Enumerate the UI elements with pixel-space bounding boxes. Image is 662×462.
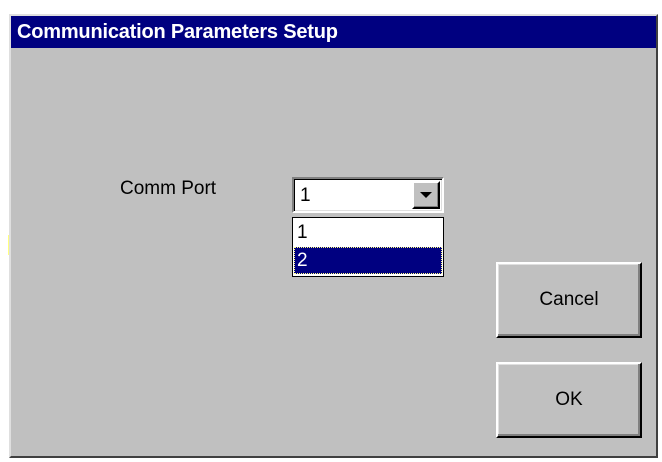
dropdown-option-1[interactable]: 1 [294,219,442,246]
comm-port-dropdown-list: 1 2 [292,217,444,277]
comm-port-selected-value: 1 [300,185,311,206]
ok-button[interactable]: OK [496,362,642,438]
comm-port-label: Comm Port [120,178,217,199]
comm-port-dropdown-button[interactable] [412,181,440,209]
dropdown-option-2[interactable]: 2 [294,247,442,274]
cancel-button-label: Cancel [539,289,599,310]
dialog-title: Communication Parameters Setup [11,16,656,48]
comm-port-select[interactable]: 1 [292,177,444,213]
chevron-down-icon [420,192,432,198]
ok-button-label: OK [555,389,583,410]
comm-setup-dialog: Communication Parameters Setup Comm Port… [9,14,658,458]
cancel-button[interactable]: Cancel [496,262,642,338]
